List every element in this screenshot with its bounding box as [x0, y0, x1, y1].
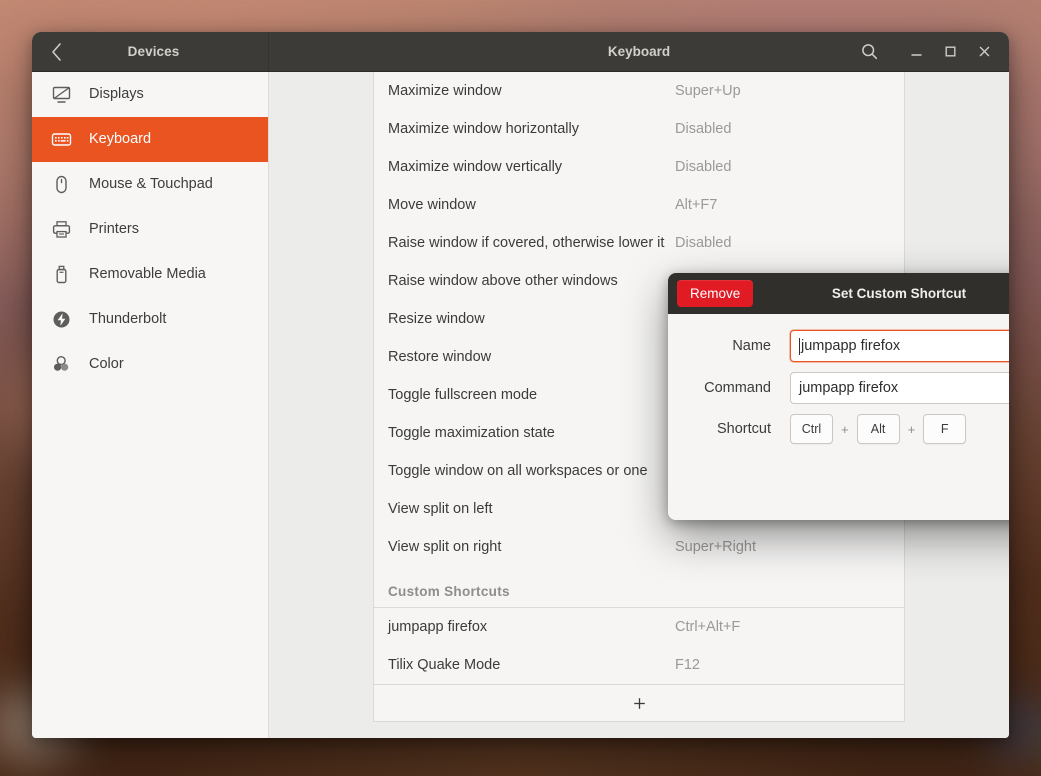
keyboard-icon [49, 128, 73, 152]
printer-icon [49, 218, 73, 242]
devices-sidebar: Displays Keyboard Mouse & Touchpad Print… [32, 72, 269, 738]
shortcut-name: Toggle window on all workspaces or one [388, 463, 648, 479]
table-row[interactable]: Maximize window horizontally Disabled [374, 110, 904, 148]
sidebar-item-removable-media[interactable]: Removable Media [32, 252, 268, 297]
table-row[interactable]: Maximize window Super+Up [374, 72, 904, 110]
shortcut-accel: Super+Right [675, 539, 757, 555]
search-icon [861, 44, 877, 60]
sidebar-item-label: Thunderbolt [89, 311, 167, 328]
keyboard-shortcuts-content: Maximize window Super+Up Maximize window… [269, 72, 1009, 738]
section-header-custom-shortcuts: Custom Shortcuts [374, 566, 904, 608]
sidebar-item-printers[interactable]: Printers [32, 207, 268, 252]
sidebar-item-label: Displays [89, 86, 144, 103]
command-label: Command [704, 380, 771, 396]
shortcut-name: Maximize window vertically [388, 159, 563, 175]
add-custom-shortcut-button[interactable] [374, 684, 904, 721]
mouse-icon [49, 173, 73, 197]
display-icon [49, 83, 73, 107]
shortcut-name: Restore window [388, 349, 492, 365]
back-chevron-icon [51, 42, 61, 61]
table-row[interactable]: View split on right Super+Right [374, 528, 904, 566]
table-row[interactable]: Move window Alt+F7 [374, 186, 904, 224]
back-button[interactable] [39, 38, 73, 66]
key-separator: + [907, 421, 916, 437]
command-field[interactable]: jumpapp firefox [790, 372, 1009, 404]
close-window-button[interactable] [967, 37, 1001, 67]
maximize-icon [945, 46, 956, 57]
shortcut-form-row: Shortcut Ctrl + Alt + F [686, 414, 1009, 444]
shortcut-name: jumpapp firefox [388, 619, 488, 635]
key-chip-ctrl: Ctrl [790, 414, 833, 444]
name-label: Name [732, 338, 771, 354]
dialog-content: Name jumpapp firefox Command jumpapp fir… [668, 314, 1009, 520]
sidebar-item-color[interactable]: Color [32, 342, 268, 387]
key-separator: + [841, 421, 849, 437]
remove-button[interactable]: Remove [677, 280, 754, 307]
minimize-icon [910, 54, 922, 56]
shortcut-name: Tilix Quake Mode [388, 657, 501, 673]
sidebar-item-label: Mouse & Touchpad [89, 176, 213, 193]
shortcut-name: Raise window above other windows [388, 273, 618, 289]
settings-window: Devices Keyboard Displays Keyboard Mouse… [32, 32, 1009, 738]
sidebar-item-label: Removable Media [89, 266, 206, 283]
table-row[interactable]: Raise window if covered, otherwise lower… [374, 224, 904, 262]
search-button[interactable] [852, 37, 886, 67]
sidebar-item-displays[interactable]: Displays [32, 72, 268, 117]
command-form-row: Command jumpapp firefox [686, 372, 1009, 404]
shortcut-accel: Super+Up [675, 83, 741, 99]
sidebar-item-label: Printers [89, 221, 139, 238]
shortcut-accel: Alt+F7 [675, 197, 718, 213]
name-field-value: jumpapp firefox [801, 338, 901, 354]
shortcut-name: Toggle fullscreen mode [388, 387, 538, 403]
plus-icon [633, 697, 645, 709]
sidebar-panel-title: Devices [127, 44, 180, 59]
dialog-headerbar: Remove Set Custom Shortcut [668, 273, 1009, 314]
key-chip-alt: Alt [856, 414, 900, 444]
window-headerbar: Devices Keyboard [32, 32, 1009, 72]
table-row[interactable]: Tilix Quake Mode F12 [374, 646, 904, 684]
command-field-value: jumpapp firefox [799, 380, 899, 396]
sidebar-item-thunderbolt[interactable]: Thunderbolt [32, 297, 268, 342]
shortcut-name: Raise window if covered, otherwise lower… [388, 235, 665, 251]
shortcut-accel: Disabled [675, 159, 732, 175]
headerbar-actions [852, 37, 1009, 67]
sidebar-item-label: Color [89, 356, 124, 373]
key-chip-f: F [923, 414, 967, 444]
shortcut-name: Resize window [388, 311, 485, 327]
minimize-button[interactable] [899, 37, 933, 67]
shortcut-label: Shortcut [717, 421, 771, 437]
headerbar-left-section: Devices [32, 32, 269, 71]
window-body: Displays Keyboard Mouse & Touchpad Print… [32, 72, 1009, 738]
shortcut-name: Maximize window horizontally [388, 121, 579, 137]
close-icon [979, 46, 989, 57]
text-cursor [799, 337, 800, 355]
color-icon [49, 353, 73, 377]
set-custom-shortcut-dialog: Remove Set Custom Shortcut Name jumpapp … [668, 273, 1009, 520]
shortcut-accel: Disabled [675, 121, 732, 137]
shortcut-name: Move window [388, 197, 476, 213]
headerbar-right-section: Keyboard [269, 32, 1009, 71]
shortcut-name: Toggle maximization state [388, 425, 555, 441]
sidebar-item-mouse-touchpad[interactable]: Mouse & Touchpad [32, 162, 268, 207]
name-form-row: Name jumpapp firefox [686, 330, 1009, 362]
usb-drive-icon [49, 263, 73, 287]
shortcut-name: View split on left [388, 501, 493, 517]
headerbar-divider [892, 42, 893, 62]
shortcut-accel: F12 [675, 657, 700, 673]
shortcut-name: Maximize window [388, 83, 502, 99]
shortcut-key-chips[interactable]: Ctrl + Alt + F [790, 414, 967, 444]
sidebar-item-keyboard[interactable]: Keyboard [32, 117, 268, 162]
table-row[interactable]: Maximize window vertically Disabled [374, 148, 904, 186]
name-field[interactable]: jumpapp firefox [790, 330, 1009, 362]
shortcut-name: View split on right [388, 539, 502, 555]
shortcut-accel: Ctrl+Alt+F [675, 619, 741, 635]
table-row[interactable]: jumpapp firefox Ctrl+Alt+F [374, 608, 904, 646]
sidebar-item-label: Keyboard [89, 131, 152, 148]
thunderbolt-icon [49, 308, 73, 332]
maximize-button[interactable] [933, 37, 967, 67]
shortcut-accel: Disabled [675, 235, 732, 251]
